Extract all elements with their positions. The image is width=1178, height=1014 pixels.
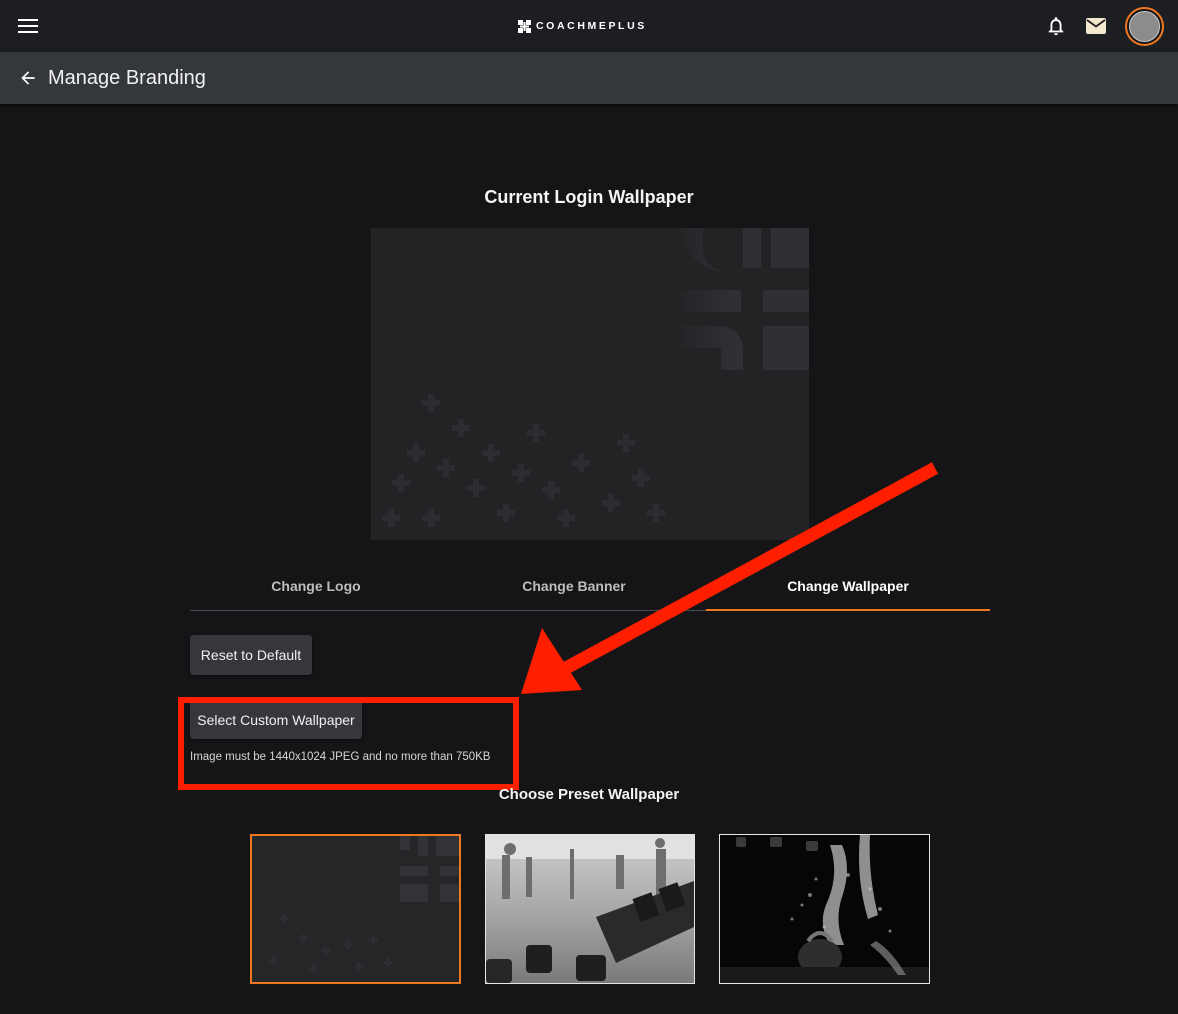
brand-mark-icon: [518, 19, 531, 33]
avatar[interactable]: [1125, 7, 1164, 46]
tab-change-logo[interactable]: Change Logo: [190, 564, 442, 610]
wallpaper-pattern: [382, 228, 809, 527]
hamburger-icon[interactable]: [18, 16, 38, 36]
current-wallpaper-title: Current Login Wallpaper: [484, 187, 694, 207]
preset-wallpaper-default[interactable]: [250, 834, 461, 984]
bell-icon[interactable]: [1045, 15, 1067, 37]
envelope-icon[interactable]: [1085, 16, 1107, 36]
top-app-bar: COACHMEPLUS: [0, 0, 1178, 52]
arrow-left-icon[interactable]: [18, 68, 38, 88]
preset-thumb-dark-pattern: [252, 836, 459, 982]
preset-wallpaper-gym[interactable]: [485, 834, 695, 984]
avatar-image: [1129, 11, 1160, 42]
preset-wallpaper-title: Choose Preset Wallpaper: [498, 786, 680, 803]
preset-thumb-gym-dumbbells: [486, 835, 694, 983]
preset-thumb-kettlebell-chalk: [720, 835, 929, 983]
branding-tabs: Change Logo Change Banner Change Wallpap…: [190, 564, 990, 611]
preset-wallpaper-kettlebell[interactable]: [719, 834, 930, 984]
current-wallpaper-preview: [371, 228, 809, 540]
tab-change-banner[interactable]: Change Banner: [442, 564, 706, 610]
brand-name: COACHMEPLUS: [536, 20, 647, 32]
tab-change-wallpaper[interactable]: Change Wallpaper: [706, 564, 990, 611]
page-title: Manage Branding: [48, 67, 206, 89]
reset-to-default-button[interactable]: Reset to Default: [190, 635, 312, 675]
brand-logo: COACHMEPLUS: [518, 17, 647, 35]
annotation-highlight-box: [178, 697, 519, 790]
page-header: Manage Branding: [0, 52, 1178, 104]
